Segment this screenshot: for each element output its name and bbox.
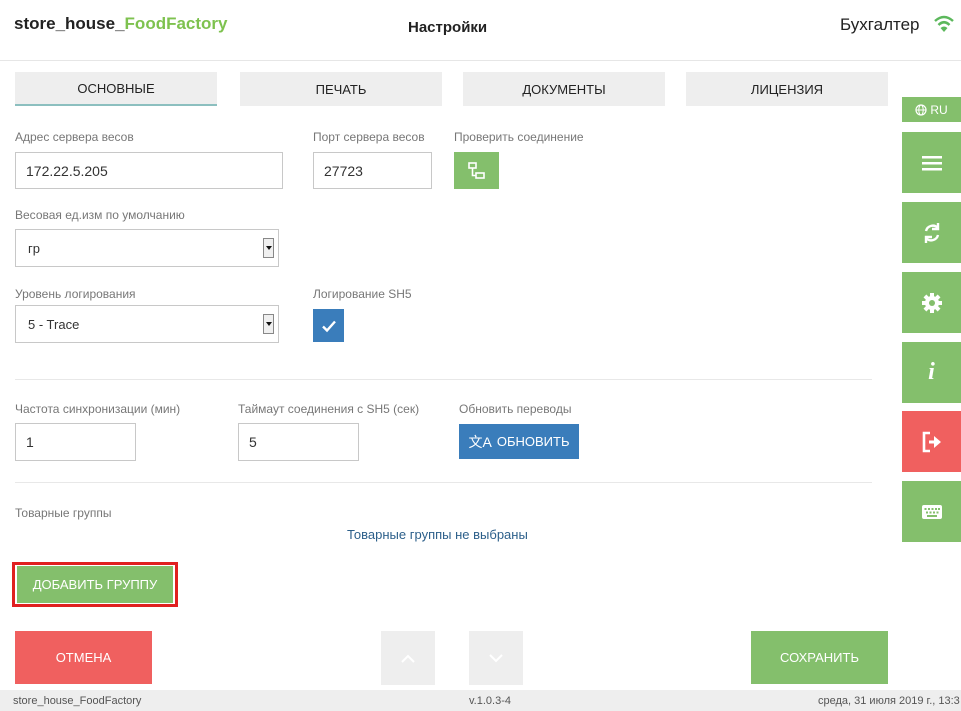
tab-documents[interactable]: ДОКУМЕНТЫ: [463, 72, 665, 106]
log-level-label: Уровень логирования: [15, 287, 136, 301]
weight-unit-value: гр: [28, 240, 40, 256]
menu-button[interactable]: [902, 132, 961, 193]
user-name[interactable]: Бухгалтер: [840, 15, 920, 35]
wifi-icon: [934, 15, 954, 32]
gear-icon: [921, 292, 942, 313]
keyboard-icon: [921, 504, 942, 519]
section-divider: [15, 482, 872, 483]
sync-frequency-label: Частота синхронизации (мин): [15, 402, 181, 416]
weight-unit-label: Весовая ед.изм по умолчанию: [15, 208, 185, 222]
app-title-prefix: store_house_: [14, 14, 125, 33]
keyboard-button[interactable]: [902, 481, 961, 542]
language-label: RU: [930, 102, 948, 117]
logout-icon: [922, 431, 941, 452]
sh5-timeout-input[interactable]: 5: [238, 423, 359, 461]
sh5-timeout-label: Таймаут соединения с SH5 (сек): [238, 402, 420, 416]
chevron-down-icon: [263, 238, 274, 258]
tab-license[interactable]: ЛИЦЕНЗИЯ: [686, 72, 888, 106]
info-icon: i: [928, 359, 935, 385]
cancel-button[interactable]: ОТМЕНА: [15, 631, 152, 684]
checkmark-icon: [321, 320, 336, 332]
save-button[interactable]: СОХРАНИТЬ: [751, 631, 888, 684]
server-address-input[interactable]: 172.22.5.205: [15, 152, 283, 189]
globe-icon: [915, 103, 927, 116]
update-translations-label: Обновить переводы: [459, 402, 572, 416]
sync-button[interactable]: [902, 202, 961, 263]
log-level-value: 5 - Trace: [28, 316, 80, 332]
settings-button[interactable]: [902, 272, 961, 333]
product-groups-label: Товарные группы: [15, 506, 112, 520]
footer-datetime: среда, 31 июля 2019 г., 13:3: [818, 695, 960, 707]
weight-unit-select[interactable]: гр: [15, 229, 279, 267]
language-button[interactable]: RU: [902, 97, 961, 122]
log-level-select[interactable]: 5 - Trace: [15, 305, 279, 343]
server-port-label: Порт сервера весов: [313, 130, 425, 144]
chevron-up-icon: [401, 654, 415, 663]
sync-icon: [924, 222, 939, 243]
footer-version: v.1.0.3-4: [469, 695, 511, 707]
app-title-accent: FoodFactory: [124, 14, 228, 33]
server-address-label: Адрес сервера весов: [15, 130, 134, 144]
product-groups-empty-text: Товарные группы не выбраны: [347, 527, 528, 542]
scroll-up-button[interactable]: [381, 631, 435, 685]
update-translations-button[interactable]: 文A ОБНОВИТЬ: [459, 424, 579, 459]
check-connection-button[interactable]: [454, 152, 499, 189]
network-icon: [467, 161, 485, 179]
page-title: Настройки: [408, 19, 488, 36]
sh5-logging-label: Логирование SH5: [313, 287, 412, 301]
app-title: store_house_FoodFactory: [14, 14, 228, 34]
add-group-button[interactable]: ДОБАВИТЬ ГРУППУ: [17, 566, 173, 603]
sh5-logging-checkbox[interactable]: [313, 309, 344, 342]
chevron-down-icon: [489, 653, 503, 662]
sync-frequency-input[interactable]: 1: [15, 423, 136, 461]
info-button[interactable]: i: [902, 342, 961, 403]
update-button-label: ОБНОВИТЬ: [496, 434, 570, 449]
chevron-down-icon: [263, 314, 274, 334]
translate-icon: 文A: [468, 433, 492, 450]
logout-button[interactable]: [902, 411, 961, 472]
footer-app-name: store_house_FoodFactory: [13, 695, 142, 707]
scroll-down-button[interactable]: [469, 631, 523, 685]
menu-icon: [921, 155, 942, 170]
tab-basic[interactable]: ОСНОВНЫЕ: [15, 72, 217, 106]
server-port-input[interactable]: 27723: [313, 152, 432, 189]
check-connection-label: Проверить соединение: [454, 130, 584, 144]
section-divider: [15, 379, 872, 380]
tab-print[interactable]: ПЕЧАТЬ: [240, 72, 442, 106]
